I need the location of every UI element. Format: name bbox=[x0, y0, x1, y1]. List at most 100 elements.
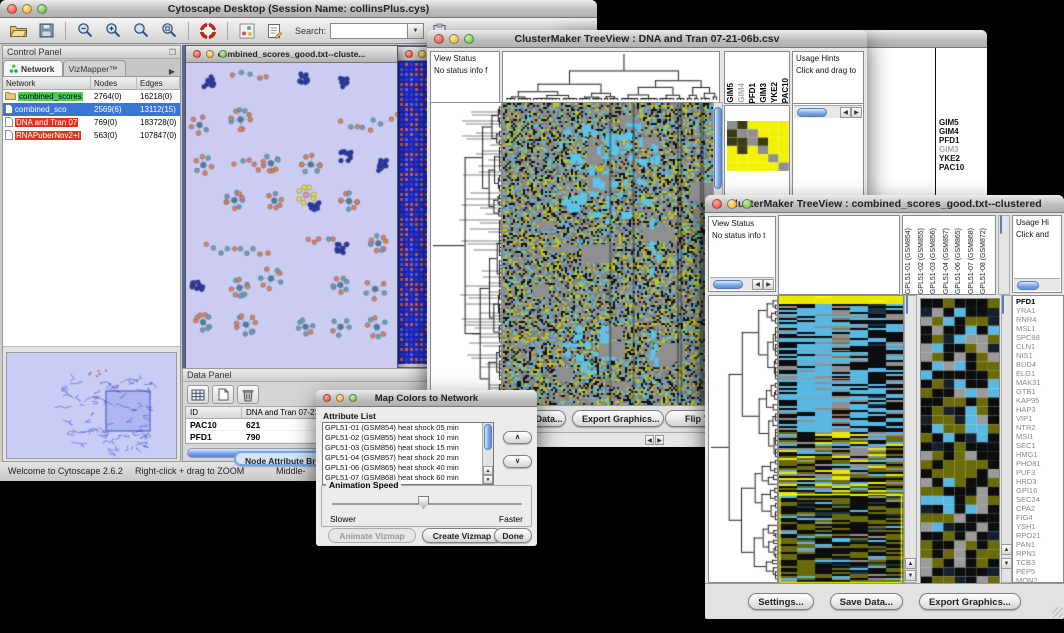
scroll-right-button[interactable]: ▶ bbox=[851, 107, 862, 118]
row-dendrogram-canvas[interactable] bbox=[431, 103, 501, 406]
scroll-down-button[interactable]: ▼ bbox=[905, 570, 916, 581]
zoom-button[interactable] bbox=[37, 4, 47, 14]
scroll-down-button[interactable]: ▼ bbox=[1001, 558, 1012, 569]
move-down-button[interactable]: ∨ bbox=[503, 455, 532, 468]
help-button[interactable] bbox=[196, 20, 220, 42]
close-button[interactable] bbox=[7, 4, 17, 14]
gene-list-vscrollbar[interactable]: ▲ ▼ bbox=[1001, 295, 1012, 583]
dialog-titlebar[interactable]: Map Colors to Network bbox=[316, 390, 537, 407]
scroll-left-button[interactable]: ◀ bbox=[840, 107, 851, 118]
column-labels-vscrollbar[interactable] bbox=[998, 215, 1010, 295]
minimize-button[interactable] bbox=[336, 394, 344, 402]
annotation-button[interactable] bbox=[263, 20, 287, 42]
search-input[interactable] bbox=[330, 23, 408, 39]
button-done[interactable]: Done bbox=[494, 528, 532, 543]
treeview2-titlebar[interactable]: ClusterMaker TreeView : combined_scores_… bbox=[705, 195, 1064, 213]
scroll-down-button[interactable]: ▼ bbox=[483, 475, 493, 484]
zoom-button[interactable] bbox=[349, 394, 357, 402]
button-settings---[interactable]: Settings... bbox=[748, 593, 813, 610]
minimize-button[interactable] bbox=[727, 199, 737, 209]
attribute-vscrollbar[interactable]: ▲ ▼ bbox=[482, 423, 493, 484]
zoom-selected-button[interactable] bbox=[157, 20, 181, 42]
network-canvas[interactable] bbox=[186, 63, 397, 368]
zoom-fit-button[interactable] bbox=[129, 20, 153, 42]
search-dropdown-button[interactable]: ▼ bbox=[408, 23, 424, 39]
row-dendrogram-panel[interactable] bbox=[708, 295, 778, 583]
global-heatmap-canvas[interactable] bbox=[503, 103, 713, 406]
minimize-button[interactable] bbox=[22, 4, 32, 14]
attribute-item[interactable]: GPL51-06 (GSM865) heat shock 40 min bbox=[323, 463, 493, 473]
column-dendrogram-panel[interactable] bbox=[502, 51, 720, 103]
close-button[interactable] bbox=[193, 50, 201, 58]
scrollbar-thumb[interactable] bbox=[797, 108, 827, 117]
zoom-heatmap-canvas[interactable] bbox=[921, 299, 999, 584]
scrollbar-thumb[interactable] bbox=[484, 424, 492, 450]
gene-list-hscrollbar[interactable]: ◀ ▶ bbox=[794, 105, 862, 118]
tab-vizmapper[interactable]: VizMapper™ bbox=[63, 60, 126, 76]
slider-thumb[interactable] bbox=[418, 496, 429, 509]
zoom-button[interactable] bbox=[742, 199, 752, 209]
row-dendrogram-panel[interactable] bbox=[430, 102, 502, 407]
zoom-in-button[interactable] bbox=[101, 20, 125, 42]
birds-eye-canvas[interactable] bbox=[7, 353, 176, 458]
treeview1-titlebar[interactable]: ClusterMaker TreeView : DNA and Tran 07-… bbox=[427, 30, 867, 48]
scroll-left-button[interactable]: ◀ bbox=[752, 279, 763, 290]
move-up-button[interactable]: ∧ bbox=[503, 431, 532, 444]
scrollbar-thumb[interactable] bbox=[906, 295, 908, 314]
float-panel-icon[interactable]: ❐ bbox=[169, 48, 176, 57]
tab-network[interactable]: Network bbox=[3, 60, 63, 76]
scrollbar-thumb[interactable] bbox=[1002, 295, 1004, 314]
close-button[interactable] bbox=[405, 50, 413, 58]
global-heatmap-panel[interactable] bbox=[778, 295, 904, 585]
scroll-right-button[interactable]: ▶ bbox=[655, 435, 664, 445]
scrollbar-thumb[interactable] bbox=[714, 107, 722, 189]
minimize-button[interactable] bbox=[206, 50, 214, 58]
minimize-button[interactable] bbox=[449, 34, 459, 44]
global-heatmap-panel[interactable] bbox=[502, 102, 714, 407]
main-titlebar[interactable]: Cytoscape Desktop (Session Name: collins… bbox=[0, 0, 597, 18]
zoom-button[interactable] bbox=[219, 50, 227, 58]
scroll-up-button[interactable]: ▲ bbox=[483, 466, 493, 475]
attribute-item[interactable]: GPL51-02 (GSM855) heat shock 10 min bbox=[323, 433, 493, 443]
attribute-item[interactable]: GPL51-04 (GSM857) heat shock 20 min bbox=[323, 453, 493, 463]
close-button[interactable] bbox=[434, 34, 444, 44]
zoom-out-button[interactable] bbox=[73, 20, 97, 42]
heatmap-vscrollbar[interactable]: ▲ ▼ bbox=[904, 295, 917, 583]
network-row[interactable]: DNA and Tran 07769(0)183728(0) bbox=[3, 116, 180, 129]
network-row[interactable]: RNAPuberNov2+I563(0)107847(0) bbox=[3, 129, 180, 142]
minimize-button[interactable] bbox=[418, 50, 426, 58]
scroll-left-button[interactable]: ◀ bbox=[645, 435, 654, 445]
birds-eye-view[interactable] bbox=[6, 352, 177, 459]
scrollbar-thumb[interactable] bbox=[713, 280, 743, 289]
button-export-graphics---[interactable]: Export Graphics... bbox=[572, 410, 664, 427]
new-attribute-button[interactable] bbox=[212, 385, 234, 404]
save-session-button[interactable] bbox=[34, 20, 58, 42]
column-dendrogram-canvas[interactable] bbox=[503, 52, 719, 102]
view-status-hscrollbar[interactable]: ◀ ▶ bbox=[710, 277, 774, 290]
column-dendrogram-panel[interactable] bbox=[778, 215, 900, 295]
network-row[interactable]: combined_sco2569(6)13112(15) bbox=[3, 103, 180, 116]
attribute-listbox[interactable]: GPL51-01 (GSM854) heat shock 05 minGPL51… bbox=[322, 422, 494, 485]
network-row[interactable]: combined_scores2764(0)16218(0) bbox=[3, 90, 180, 103]
usage-hints-hscrollbar[interactable] bbox=[1014, 278, 1060, 291]
zoom-matrix-canvas[interactable] bbox=[727, 121, 789, 171]
close-button[interactable] bbox=[712, 199, 722, 209]
close-button[interactable] bbox=[323, 394, 331, 402]
scrollbar-thumb[interactable] bbox=[1000, 215, 1002, 234]
global-heatmap-canvas[interactable] bbox=[779, 296, 903, 584]
button-save-data---[interactable]: Save Data... bbox=[830, 593, 903, 610]
zoom-button[interactable] bbox=[464, 34, 474, 44]
scroll-up-button[interactable]: ▲ bbox=[905, 558, 916, 569]
row-dendrogram-canvas[interactable] bbox=[709, 296, 777, 582]
zoom-view-panel[interactable] bbox=[920, 298, 1000, 585]
resize-grip[interactable] bbox=[1052, 607, 1063, 618]
button-create-vizmap[interactable]: Create Vizmap bbox=[422, 528, 502, 543]
attribute-item[interactable]: GPL51-01 (GSM854) heat shock 05 min bbox=[323, 423, 493, 433]
select-attributes-button[interactable] bbox=[187, 385, 209, 404]
scrollbar-thumb[interactable] bbox=[1017, 281, 1039, 290]
button-export-graphics---[interactable]: Export Graphics... bbox=[919, 593, 1021, 610]
open-session-button[interactable] bbox=[6, 20, 30, 42]
delete-attribute-button[interactable] bbox=[237, 385, 259, 404]
network-window-1-titlebar[interactable]: combined_scores_good.txt--cluste... bbox=[186, 46, 397, 63]
tab-scroll-arrow[interactable]: ▶ bbox=[164, 67, 180, 76]
